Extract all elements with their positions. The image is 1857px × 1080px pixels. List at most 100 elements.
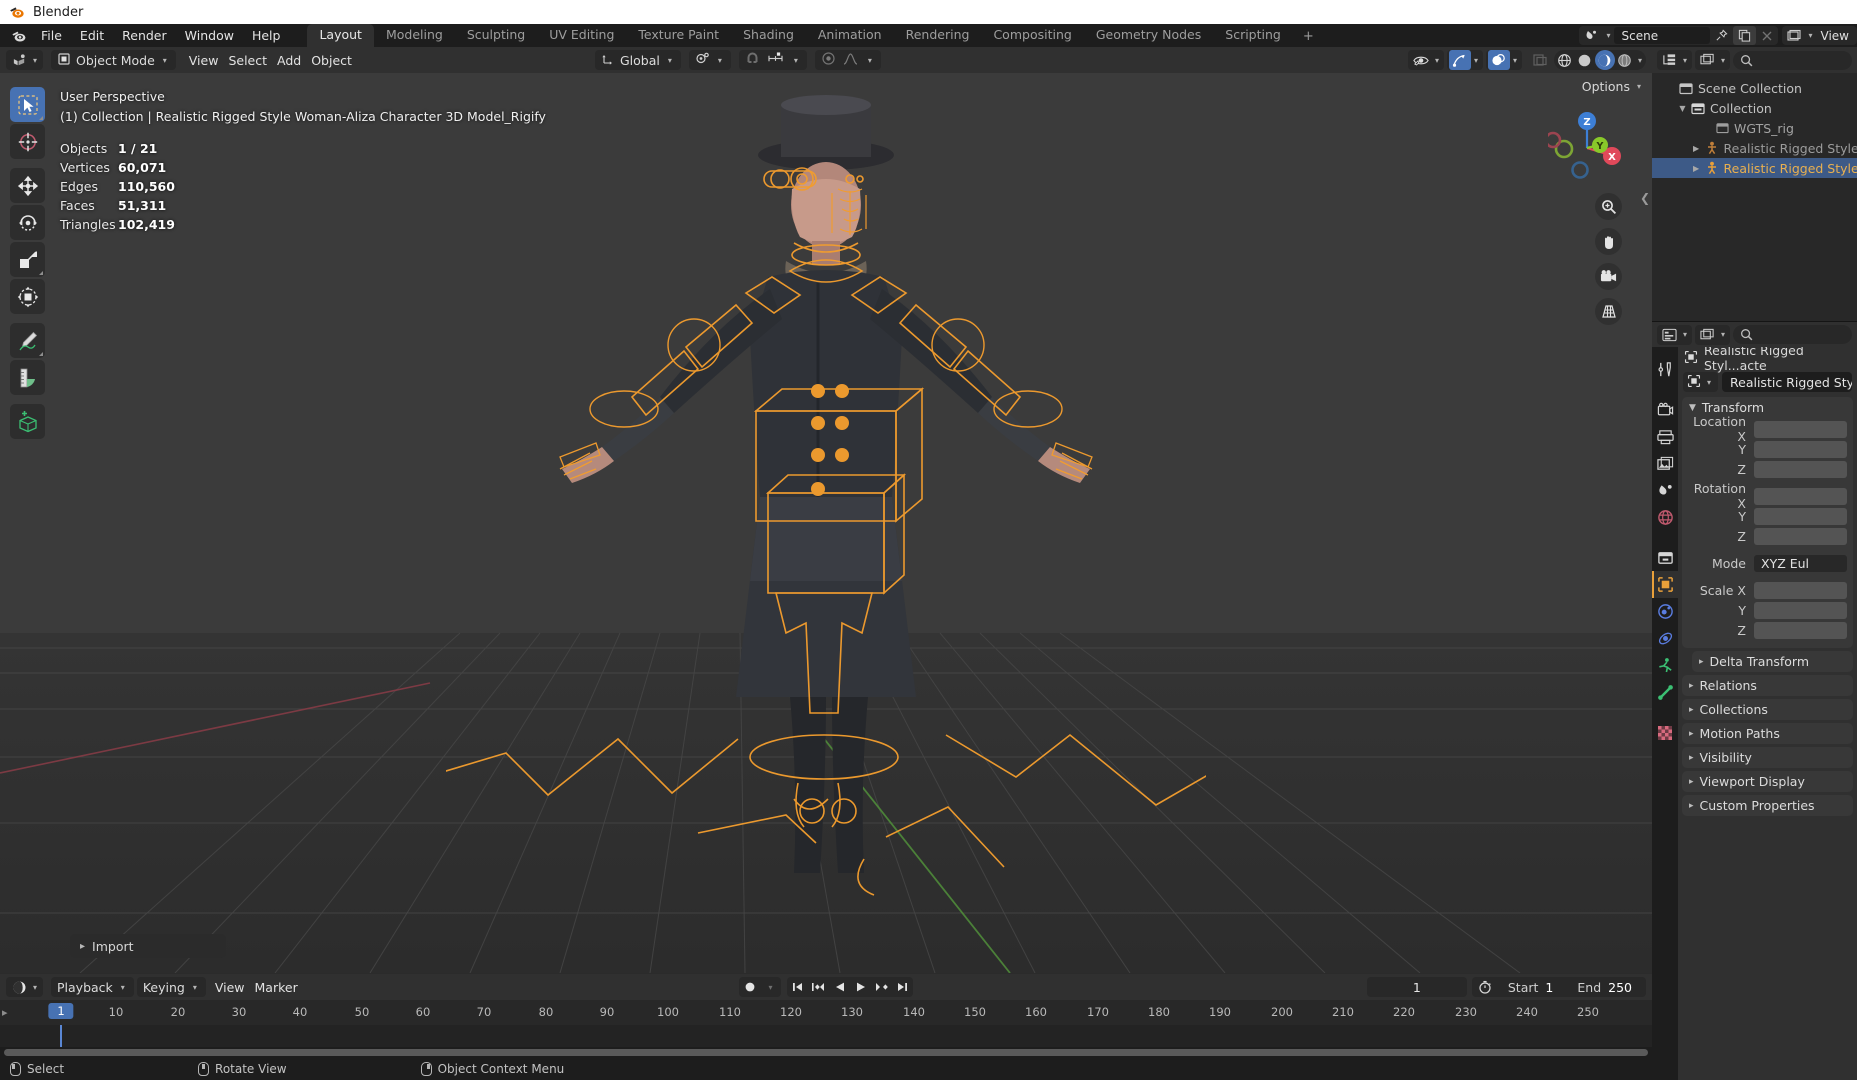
tab-collection[interactable] [1652, 544, 1678, 571]
viewport-menu-object[interactable]: Object [306, 50, 357, 70]
menu-file[interactable]: File [32, 25, 71, 46]
menu-help[interactable]: Help [243, 25, 290, 46]
properties-editor-type[interactable]: ▾ [1657, 324, 1693, 345]
tool-scale[interactable] [10, 242, 45, 277]
outliner-row-armature-1[interactable]: ▶ Realistic Rigged Style [1652, 138, 1857, 158]
tab-scene[interactable] [1652, 477, 1678, 504]
outliner-row-collection[interactable]: ▼ Collection [1652, 98, 1857, 118]
rotation-y-field[interactable] [1754, 507, 1847, 525]
menu-edit[interactable]: Edit [71, 25, 113, 46]
wireframe-shading-icon[interactable] [1555, 50, 1575, 70]
timeline-scrollbar[interactable] [0, 1047, 1652, 1058]
tab-tool[interactable] [1652, 356, 1678, 383]
timeline-menu-keying[interactable]: Keying ▾ [136, 977, 206, 997]
panel-visibility[interactable]: ▸ Visibility [1682, 747, 1853, 768]
transform-orientation-selector[interactable]: Global ▾ [595, 50, 681, 70]
snapping-controls[interactable]: ▾ [738, 50, 807, 70]
tool-tweak-select-box[interactable] [10, 87, 45, 122]
object-name-field[interactable]: Realistic Rigged Styl...ct [1722, 372, 1852, 392]
outliner-row-wgts-rig[interactable]: WGTS_rig [1652, 118, 1857, 138]
pin-icon[interactable] [1710, 26, 1733, 45]
outliner-search-input[interactable] [1733, 50, 1852, 70]
tool-cursor[interactable] [10, 124, 45, 159]
timeline-menu-marker[interactable]: Marker [250, 977, 303, 997]
workspace-tab-geometry-nodes[interactable]: Geometry Nodes [1084, 24, 1213, 47]
panel-viewport-display[interactable]: ▸ Viewport Display [1682, 771, 1853, 792]
playhead-frame-badge[interactable]: 1 [48, 1003, 74, 1019]
falloff-curve-icon[interactable] [843, 52, 858, 69]
scene-selector[interactable]: ▾ Scene [1579, 26, 1778, 45]
3d-viewport[interactable]: User Perspective (1) Collection | Realis… [0, 73, 1652, 974]
timeline-menu-playback[interactable]: Playback ▾ [51, 977, 134, 997]
panel-relations[interactable]: ▸ Relations [1682, 675, 1853, 696]
properties-tool-dropdown[interactable]: ▾ [1695, 324, 1731, 345]
chevron-down-icon[interactable]: ▼ [1676, 104, 1689, 113]
gizmo-icon[interactable] [1448, 50, 1471, 70]
object-id-block[interactable]: ▾ Realistic Rigged Styl...ct [1683, 371, 1852, 393]
navigation-gizmo[interactable]: Z X Y [1548, 109, 1626, 187]
viewport-options-button[interactable]: Options ▾ [1582, 79, 1644, 94]
editor-type-selector[interactable]: ▾ [6, 50, 44, 70]
timeline-expand-icon[interactable]: ▸ [2, 1006, 8, 1019]
tab-render[interactable] [1652, 396, 1678, 423]
panel-collections[interactable]: ▸ Collections [1682, 699, 1853, 720]
show-object-types-selector[interactable]: ▾ [1407, 50, 1444, 70]
record-icon[interactable] [739, 977, 760, 997]
workspace-tab-shading[interactable]: Shading [731, 24, 806, 47]
tab-data[interactable] [1652, 679, 1678, 706]
timeline-playhead[interactable] [60, 1025, 62, 1047]
timeline-menu-view[interactable]: View [210, 977, 250, 997]
add-workspace-button[interactable]: + [1293, 26, 1324, 47]
outliner-row-scene-collection[interactable]: Scene Collection [1652, 78, 1857, 98]
rotation-mode-select[interactable]: XYZ Eul [1754, 554, 1847, 572]
viewport-shading-modes[interactable]: ▾ [1553, 50, 1646, 70]
tool-add-cube[interactable] [10, 404, 45, 439]
character-model[interactable] [446, 93, 1206, 943]
jump-to-start-icon[interactable] [787, 977, 808, 997]
menu-render[interactable]: Render [113, 25, 176, 46]
overlays-icon[interactable] [1487, 50, 1510, 70]
workspace-tab-texture-paint[interactable]: Texture Paint [626, 24, 731, 47]
timeline-editor-type[interactable]: ▾ [6, 977, 44, 997]
stopwatch-icon[interactable] [1472, 980, 1498, 994]
snap-target-icon[interactable] [767, 52, 784, 68]
workspace-tab-scripting[interactable]: Scripting [1213, 24, 1293, 47]
auto-keying-toggle[interactable]: ▾ [739, 977, 781, 997]
frame-range-controls[interactable]: Start 1 End 250 [1471, 977, 1646, 997]
playback-buttons[interactable] [787, 977, 913, 997]
panel-motion-paths[interactable]: ▸ Motion Paths [1682, 723, 1853, 744]
tab-material[interactable] [1652, 719, 1678, 746]
play-reverse-icon[interactable] [829, 977, 850, 997]
object-datablock-selector[interactable]: ▾ [1683, 372, 1719, 392]
tab-constraints[interactable] [1652, 652, 1678, 679]
duplicate-icon[interactable] [1732, 26, 1756, 45]
sidebar-toggle-arrow[interactable]: ❮ [1640, 191, 1650, 205]
scale-y-field[interactable] [1754, 601, 1847, 619]
interaction-mode-selector[interactable]: Object Mode ▾ [51, 50, 176, 70]
view-layer-selector[interactable]: ▾ View [1781, 26, 1857, 45]
rotation-x-field[interactable] [1754, 487, 1847, 505]
magnet-icon[interactable] [745, 51, 760, 69]
chevron-right-icon[interactable]: ▶ [1690, 144, 1703, 153]
hand-icon[interactable] [1595, 228, 1622, 255]
outliner-filter[interactable]: ▾ [1695, 50, 1731, 70]
tab-world[interactable] [1652, 504, 1678, 531]
workspace-tab-compositing[interactable]: Compositing [981, 24, 1083, 47]
tool-transform[interactable] [10, 279, 45, 314]
show-object-types-icon[interactable] [1410, 50, 1432, 70]
chevron-down-icon[interactable]: ▾ [760, 977, 781, 997]
solid-shading-icon[interactable] [1575, 50, 1595, 70]
location-x-field[interactable] [1754, 420, 1847, 438]
viewport-menu-view[interactable]: View [184, 50, 224, 70]
chevron-right-icon[interactable]: ▶ [1690, 164, 1703, 173]
pivot-point-selector[interactable]: ▾ [688, 50, 731, 70]
proportional-edit-icon[interactable] [821, 51, 836, 69]
tab-output[interactable] [1652, 423, 1678, 450]
workspace-tab-modeling[interactable]: Modeling [374, 24, 455, 47]
location-z-field[interactable] [1754, 460, 1847, 478]
blender-menu-icon[interactable] [6, 28, 32, 44]
operator-redo-panel[interactable]: ▸ Import [70, 934, 226, 958]
workspace-tab-sculpting[interactable]: Sculpting [455, 24, 537, 47]
close-icon[interactable] [1756, 26, 1778, 45]
end-frame-value[interactable]: 250 [1608, 980, 1646, 995]
